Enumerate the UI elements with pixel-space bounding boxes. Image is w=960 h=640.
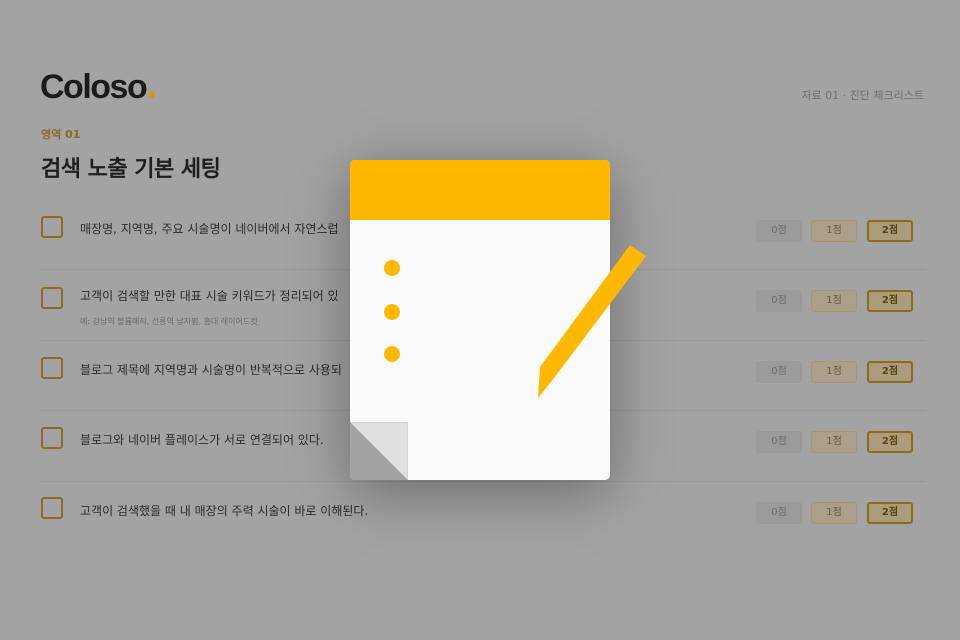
page: Coloso 자료 01 · 진단 체크리스트 영역 01 검색 노출 기본 세…: [0, 0, 960, 640]
pencil-icon: [538, 245, 646, 398]
